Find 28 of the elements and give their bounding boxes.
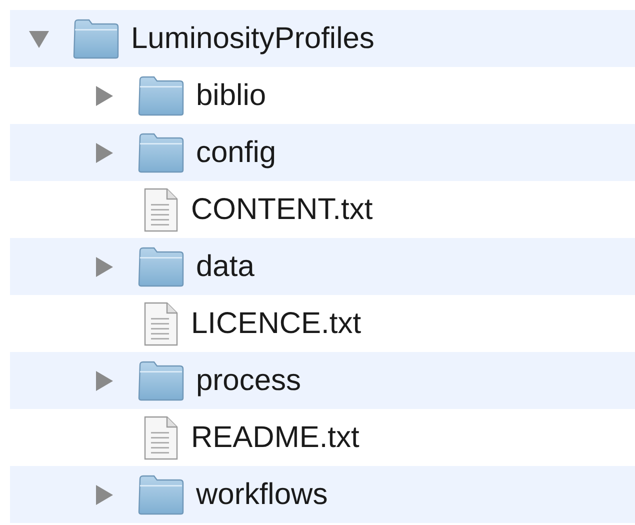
disclosure-triangle-icon[interactable]	[93, 256, 115, 278]
file-row[interactable]: process	[10, 352, 635, 409]
file-name: config	[196, 136, 276, 170]
disclosure-triangle-icon[interactable]	[93, 484, 115, 506]
file-name: data	[196, 250, 254, 284]
text-file-icon	[143, 302, 179, 346]
disclosure-triangle-icon[interactable]	[93, 142, 115, 164]
file-row[interactable]: workflows	[10, 466, 635, 523]
folder-icon	[138, 360, 184, 400]
file-name: workflows	[196, 478, 328, 512]
file-name: biblio	[196, 78, 266, 112]
disclosure-triangle-icon[interactable]	[93, 370, 115, 392]
file-name: LICENCE.txt	[191, 306, 362, 340]
folder-icon	[73, 18, 119, 58]
file-row[interactable]: data	[10, 238, 635, 295]
folder-icon	[138, 76, 184, 116]
text-file-icon	[143, 416, 179, 460]
text-file-icon	[143, 188, 179, 232]
file-row[interactable]: LuminosityProfiles	[10, 10, 635, 67]
folder-icon	[138, 474, 184, 514]
file-name: CONTENT.txt	[191, 192, 373, 226]
file-name: LuminosityProfiles	[131, 22, 374, 56]
file-row[interactable]: config	[10, 124, 635, 181]
file-name: process	[196, 364, 302, 398]
folder-icon	[138, 246, 184, 286]
folder-icon	[138, 132, 184, 172]
disclosure-triangle-icon[interactable]	[93, 84, 115, 106]
file-name: README.txt	[191, 420, 360, 454]
